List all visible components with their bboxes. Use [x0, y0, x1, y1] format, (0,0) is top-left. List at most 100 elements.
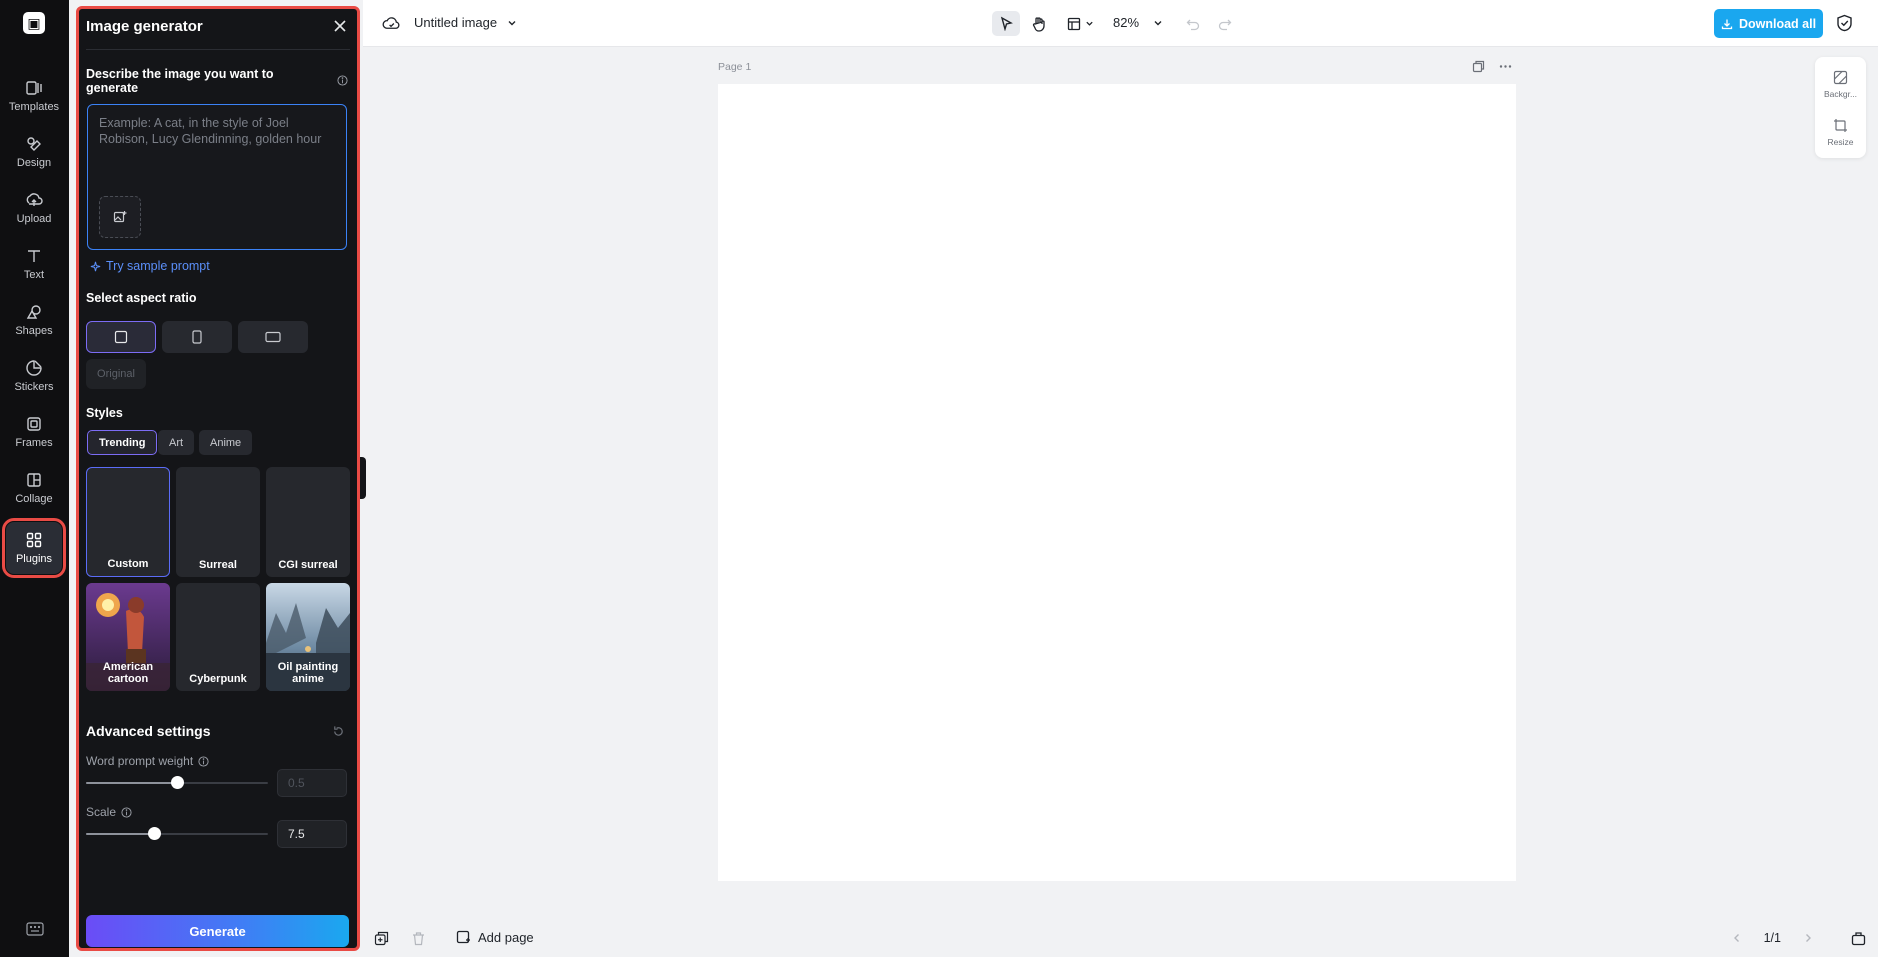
info-icon[interactable]: [198, 755, 209, 767]
reset-icon[interactable]: [332, 725, 345, 738]
plugins-icon: [26, 532, 42, 548]
style-card-cyberpunk[interactable]: Cyberpunk: [176, 583, 260, 691]
rail-item-label: Templates: [8, 101, 60, 113]
shapes-icon: [26, 305, 41, 319]
document-title[interactable]: Untitled image: [414, 15, 517, 30]
more-options-icon[interactable]: [1499, 60, 1512, 73]
redo-button[interactable]: [1215, 11, 1235, 36]
trash-icon[interactable]: [411, 931, 426, 946]
hand-tool-button[interactable]: [1027, 11, 1051, 36]
generate-button[interactable]: Generate: [86, 915, 349, 947]
download-all-label: Download all: [1738, 16, 1817, 31]
word-prompt-weight-value[interactable]: 0.5: [277, 769, 347, 797]
word-prompt-weight-label: Word prompt weight: [86, 754, 209, 768]
info-icon[interactable]: [337, 75, 348, 86]
app-logo-icon[interactable]: ▣: [23, 12, 45, 34]
rail-item-shapes[interactable]: Shapes: [6, 294, 62, 346]
chevron-down-icon: [1154, 20, 1162, 25]
rail-item-label: Collage: [15, 493, 53, 505]
cloud-save-icon[interactable]: [382, 14, 401, 33]
rail-item-plugins[interactable]: Plugins: [2, 518, 66, 578]
style-card-oil-painting-anime[interactable]: Oil painting anime: [266, 583, 350, 691]
slider-thumb[interactable]: [171, 776, 184, 789]
page-label: Page 1: [718, 61, 752, 73]
add-page-button[interactable]: Add page: [456, 930, 534, 945]
styles-label: Styles: [86, 406, 123, 420]
ratio-landscape-button[interactable]: [238, 321, 308, 353]
info-icon[interactable]: [121, 806, 132, 818]
duplicate-icon[interactable]: [374, 931, 389, 946]
background-tool-button[interactable]: Backgr...: [1815, 61, 1866, 107]
cursor-icon: [1000, 16, 1013, 31]
resize-tool-label: Resize: [1827, 136, 1854, 147]
ratio-square-button[interactable]: [86, 321, 156, 353]
prompt-box[interactable]: [87, 104, 347, 250]
select-tool-button[interactable]: [992, 11, 1020, 36]
zoom-level: 82%: [1113, 15, 1140, 30]
download-all-button[interactable]: Download all: [1714, 9, 1823, 38]
page-count: 1/1: [1763, 931, 1781, 945]
prev-page-icon[interactable]: [1732, 933, 1742, 943]
aspect-ratio-label: Select aspect ratio: [86, 291, 197, 305]
rail-item-label: Frames: [15, 437, 53, 449]
rail-item-text[interactable]: Text: [6, 238, 62, 290]
briefcase-icon[interactable]: [1851, 931, 1866, 946]
slider-fill: [86, 782, 177, 784]
scale-slider[interactable]: [86, 827, 268, 840]
left-rail: ▣ Templates Design Upload Text Shapes St…: [0, 0, 69, 957]
style-tab-anime[interactable]: Anime: [199, 430, 253, 455]
shield-check-icon[interactable]: [1836, 14, 1853, 32]
style-tab-art[interactable]: Art: [158, 430, 195, 455]
zoom-control[interactable]: 82%: [1113, 15, 1163, 30]
document-title-text: Untitled image: [414, 15, 498, 30]
style-card-custom[interactable]: Custom: [86, 467, 170, 577]
try-sample-prompt-link[interactable]: Try sample prompt: [90, 259, 210, 273]
style-tab-trending[interactable]: Trending: [87, 430, 158, 455]
upload-icon: [26, 193, 43, 206]
rail-item-label: Stickers: [14, 381, 54, 393]
rail-item-label: Shapes: [15, 325, 53, 337]
slider-fill: [86, 833, 155, 835]
background-icon: [1833, 70, 1848, 84]
slider-thumb[interactable]: [148, 827, 162, 840]
rail-item-label: Design: [16, 157, 52, 169]
rail-item-design[interactable]: Design: [6, 126, 62, 178]
rail-item-collage[interactable]: Collage: [6, 462, 62, 514]
word-prompt-weight-text: Word prompt weight: [86, 754, 194, 768]
style-card-label: Surreal: [199, 559, 237, 571]
reference-image-button[interactable]: [99, 196, 141, 238]
layout-menu-button[interactable]: [1063, 11, 1097, 36]
ratio-portrait-button[interactable]: [162, 321, 232, 353]
rail-item-templates[interactable]: Templates: [6, 70, 62, 122]
rail-item-label: Text: [23, 269, 45, 281]
word-prompt-weight-slider[interactable]: [86, 776, 268, 789]
resize-tool-button[interactable]: Resize: [1815, 109, 1866, 155]
top-bar: Untitled image 82% Download all: [363, 0, 1878, 47]
rail-item-stickers[interactable]: Stickers: [6, 350, 62, 402]
prompt-input[interactable]: [99, 115, 335, 195]
panel-collapse-handle[interactable]: [360, 457, 366, 499]
style-card-surreal[interactable]: Surreal: [176, 467, 260, 577]
scale-text: Scale: [86, 805, 117, 819]
image-add-icon: [113, 211, 127, 223]
rail-item-frames[interactable]: Frames: [6, 406, 62, 458]
undo-button[interactable]: [1183, 11, 1203, 36]
style-card-label: CGI surreal: [278, 559, 338, 571]
close-icon[interactable]: [333, 19, 347, 33]
bottom-bar: Add page 1/1: [363, 920, 1878, 957]
undo-icon: [1186, 19, 1200, 30]
portrait-ratio-icon: [192, 330, 202, 344]
rail-item-upload[interactable]: Upload: [6, 182, 62, 234]
advanced-settings-title: Advanced settings: [86, 723, 211, 739]
canvas-page[interactable]: [718, 84, 1516, 881]
style-card-label: Oil painting anime: [277, 661, 339, 685]
style-card-american-cartoon[interactable]: American cartoon: [86, 583, 170, 691]
sparkle-icon: [90, 261, 101, 271]
ratio-original-button[interactable]: Original: [86, 359, 146, 389]
keyboard-icon[interactable]: [26, 922, 44, 936]
stickers-icon: [26, 360, 42, 376]
style-card-cgi-surreal[interactable]: CGI surreal: [266, 467, 350, 577]
scale-value[interactable]: 7.5: [277, 820, 347, 848]
next-page-icon[interactable]: [1803, 933, 1813, 943]
duplicate-page-icon[interactable]: [1472, 60, 1485, 73]
